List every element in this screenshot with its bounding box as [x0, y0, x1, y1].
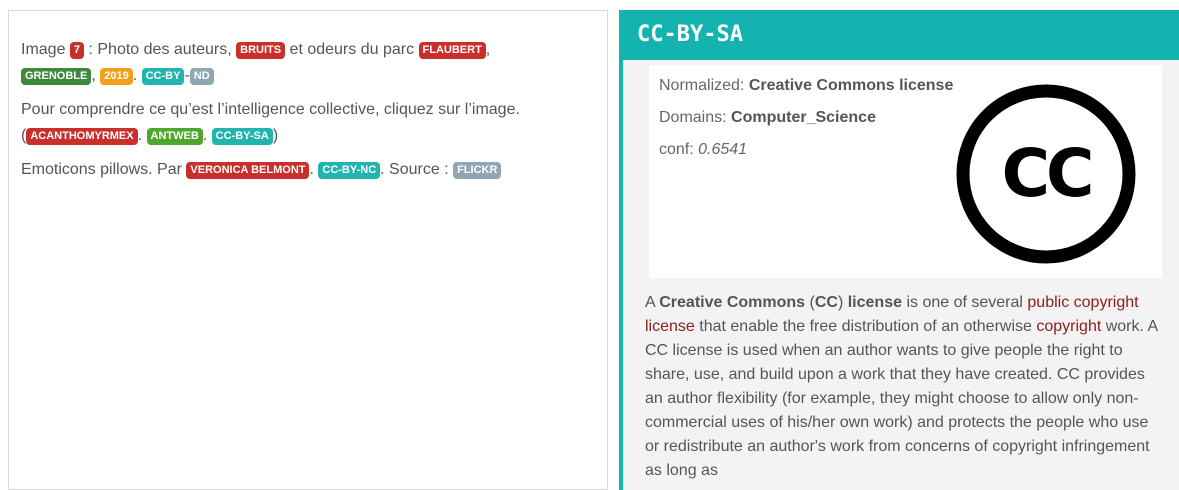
text-segment: , [485, 41, 491, 58]
tag-badge-2019[interactable]: 2019 [100, 68, 133, 85]
tag-badge-flaubert[interactable]: FLAUBERT [418, 42, 486, 59]
tag-badge-7[interactable]: 7 [69, 42, 85, 59]
paragraph-intelligence-collective: Pour comprendre ce qu’est l’intelligence… [21, 97, 595, 149]
text-segment: , [91, 67, 101, 84]
tag-badge-veronica-belmont[interactable]: VERONICA BELMONT [186, 162, 310, 179]
text-segment: . [309, 161, 319, 178]
text-segment: Creative Commons [659, 294, 806, 311]
text-segment: - [184, 67, 190, 84]
text-segment: ) [837, 294, 848, 311]
creative-commons-cc-icon: CC [956, 84, 1136, 264]
text-segment: . [137, 127, 147, 144]
tag-badge-cc-by-sa[interactable]: CC-BY-SA [211, 128, 273, 145]
text-segment: Emoticons pillows. Par [21, 161, 187, 178]
domains-value: Computer_Science [731, 109, 876, 126]
tag-badge-flickr[interactable]: FLICKR [453, 162, 502, 179]
text-segment: is one of several [902, 294, 1028, 311]
text-segment: ) [272, 127, 279, 144]
domains-row: Domains: Computer_Science [659, 106, 959, 130]
normalized-value: Creative Commons license [748, 77, 954, 94]
text-segment: license [847, 294, 902, 311]
license-description: A Creative Commons (CC) license is one o… [645, 291, 1165, 483]
tag-badge-acanthomyrmex[interactable]: ACANTHOMYRMEX [26, 128, 138, 145]
text-segment: . [202, 127, 212, 144]
text-segment: A [645, 294, 660, 311]
text-segment: . [132, 67, 142, 84]
conf-label: conf: [659, 141, 699, 158]
paragraph-image-credit: Image 7 : Photo des auteurs, BRUITS et o… [21, 37, 595, 89]
conf-value: 0.6541 [698, 141, 748, 158]
text-segment: et odeurs du parc [285, 41, 419, 58]
tag-badge-bruits[interactable]: BRUITS [236, 42, 286, 59]
text-segment: CC [814, 294, 838, 311]
license-metadata: Normalized: Creative Commons license Dom… [659, 74, 959, 170]
tag-badge-cc-by[interactable]: CC-BY [141, 68, 185, 85]
left-content-panel: Image 7 : Photo des auteurs, BRUITS et o… [8, 10, 608, 490]
text-segment: . Source : [380, 161, 454, 178]
license-title: CC-BY-SA [623, 10, 1179, 60]
tag-badge-nd[interactable]: ND [189, 68, 214, 85]
domains-label: Domains: [659, 109, 732, 126]
conf-row: conf: 0.6541 [659, 138, 959, 162]
normalized-label: Normalized: [659, 77, 749, 94]
tag-badge-antweb[interactable]: ANTWEB [146, 128, 203, 145]
tag-badge-cc-by-nc[interactable]: CC-BY-NC [318, 162, 381, 179]
copyright-link[interactable]: copyright [1036, 318, 1101, 335]
text-segment: work. A CC license is used when an autho… [645, 318, 1158, 479]
license-detail-panel: CC-BY-SA Normalized: Creative Commons li… [619, 10, 1179, 490]
text-segment: that enable the free distribution of an … [694, 318, 1037, 335]
paragraph-emoticons: Emoticons pillows. Par VERONICA BELMONT.… [21, 157, 595, 183]
tag-badge-grenoble[interactable]: GRENOBLE [21, 68, 92, 85]
text-segment: Image [21, 41, 70, 58]
normalized-row: Normalized: Creative Commons license [659, 74, 959, 98]
license-info-box: Normalized: Creative Commons license Dom… [649, 65, 1162, 278]
text-segment: ( [805, 294, 815, 311]
text-segment: : Photo des auteurs, [84, 41, 237, 58]
text-segment: Pour comprendre ce qu’est l’intelligence… [21, 101, 520, 118]
cc-icon-text: CC [1002, 135, 1091, 212]
